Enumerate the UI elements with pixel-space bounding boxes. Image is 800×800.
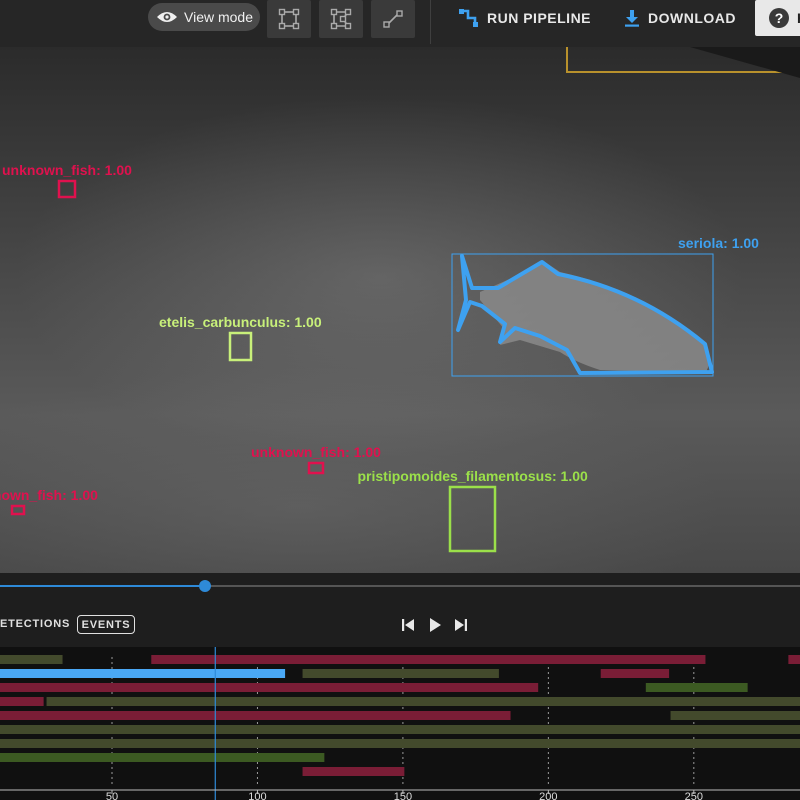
timeline-tick-label: 100: [248, 791, 266, 800]
bounding-box-tool-button[interactable]: [267, 0, 311, 38]
detection-label: unknown_fish: 1.00: [2, 162, 132, 178]
download-button[interactable]: DOWNLOAD: [624, 0, 736, 36]
view-mode-button[interactable]: View mode: [148, 3, 260, 31]
previous-frame-icon[interactable]: [401, 618, 415, 632]
help-icon: ?: [769, 8, 789, 28]
detection-box[interactable]: [307, 461, 325, 475]
view-mode-label: View mode: [184, 9, 254, 25]
detection-box[interactable]: [57, 179, 77, 199]
timeline-tick-label: 200: [539, 791, 557, 800]
eye-icon: [157, 12, 177, 22]
timeline-tick-label: 250: [685, 791, 703, 800]
polygon-tool-button[interactable]: [319, 0, 363, 38]
tab-detections[interactable]: ETECTIONS: [0, 618, 70, 630]
download-icon: [625, 10, 639, 27]
polygon-icon: [330, 8, 352, 30]
detection-label: pristipomoides_filamentosus: 1.00: [357, 468, 588, 484]
run-pipeline-button[interactable]: RUN PIPELINE: [459, 0, 591, 36]
track-bar[interactable]: [0, 711, 511, 720]
track-bar[interactable]: [0, 753, 325, 762]
toolbar-divider: [430, 0, 431, 44]
track-bar[interactable]: [0, 683, 539, 692]
track-bar[interactable]: [0, 697, 44, 706]
dark-object-shape: [690, 47, 800, 78]
line-tool-button[interactable]: [371, 0, 415, 38]
track-bar[interactable]: [788, 655, 800, 664]
timeline-tick-label: 150: [394, 791, 412, 800]
run-pipeline-label: RUN PIPELINE: [487, 10, 592, 26]
track-bar[interactable]: [670, 711, 800, 720]
detection-label: unknown_fish: 1.00: [251, 444, 381, 460]
tab-events[interactable]: EVENTS: [77, 615, 135, 634]
detection-label: etelis_carbunculus: 1.00: [159, 314, 322, 330]
detection-box[interactable]: [228, 331, 253, 362]
detection-box[interactable]: [448, 485, 497, 553]
track-bar[interactable]: [302, 767, 405, 776]
play-icon[interactable]: [428, 618, 442, 632]
next-frame-icon[interactable]: [454, 618, 468, 632]
timeline-chart: 50 100 150 200 250: [0, 647, 800, 800]
player-controls: ETECTIONS EVENTS: [0, 601, 800, 647]
track-bar[interactable]: [0, 669, 286, 678]
line-icon: [383, 10, 403, 28]
track-timeline[interactable]: 50 100 150 200 250: [0, 647, 800, 800]
help-button[interactable]: ? H: [755, 0, 800, 36]
track-bar[interactable]: [302, 669, 499, 678]
tab-events-label: EVENTS: [81, 618, 131, 631]
detection-label: seriola: 1.00: [678, 235, 759, 251]
seek-thumb[interactable]: [199, 580, 211, 592]
track-bar[interactable]: [46, 697, 800, 706]
seek-progress: [0, 585, 205, 587]
track-bar[interactable]: [151, 655, 706, 664]
detection-box[interactable]: [10, 504, 26, 516]
seek-bar[interactable]: [0, 573, 800, 601]
bounding-box-icon: [278, 8, 300, 30]
annotation-layer: [10, 47, 800, 553]
track-bar[interactable]: [0, 655, 63, 664]
detection-label: unknown_fish: 1.00: [0, 487, 98, 503]
track-bar[interactable]: [0, 725, 800, 734]
track-bar[interactable]: [0, 739, 800, 748]
timeline-tick-label: 50: [106, 791, 118, 800]
pipeline-icon: [459, 9, 478, 27]
video-frame[interactable]: unknown_fish: 1.00 etelis_carbunculus: 1.…: [0, 47, 800, 573]
track-bar[interactable]: [645, 683, 748, 692]
track-bar[interactable]: [600, 669, 670, 678]
top-toolbar: View mode RUN PIPELINE DOWNLOAD ?: [0, 0, 800, 47]
download-label: DOWNLOAD: [648, 10, 736, 26]
